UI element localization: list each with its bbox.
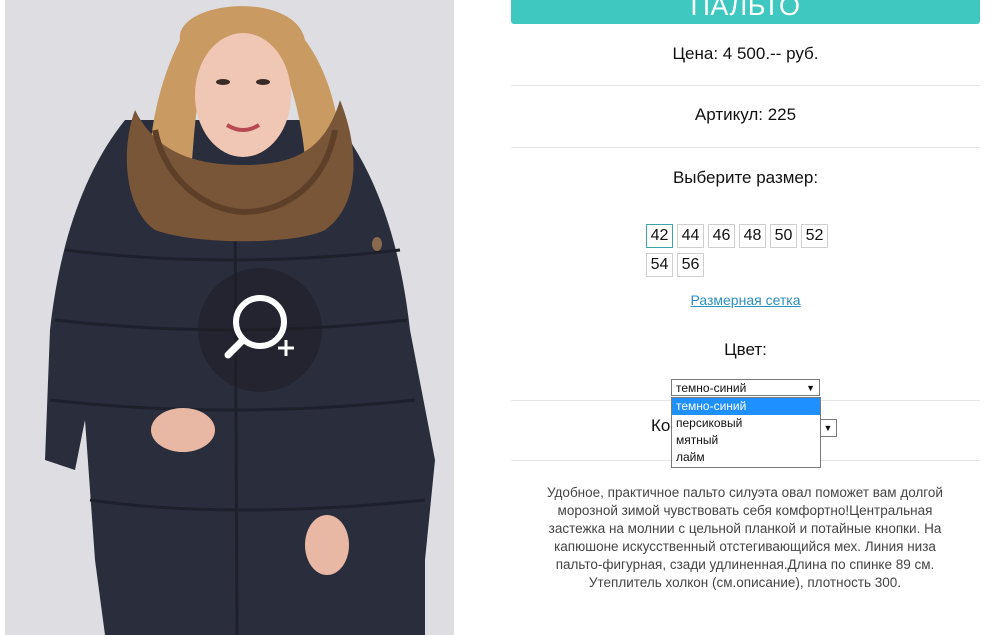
product-title: ПАЛЬТО bbox=[690, 0, 801, 21]
size-option-56[interactable]: 56 bbox=[677, 253, 704, 277]
zoom-button[interactable] bbox=[198, 268, 322, 392]
color-option[interactable]: персиковый bbox=[672, 415, 820, 432]
chevron-down-icon: ▼ bbox=[806, 383, 815, 393]
size-prompt: Выберите размер: bbox=[672, 168, 819, 187]
color-label: Цвет: bbox=[724, 340, 767, 359]
quantity-label: Ко bbox=[651, 416, 671, 435]
color-select-value: темно-синий bbox=[676, 381, 747, 395]
color-option[interactable]: темно-синий bbox=[672, 398, 820, 415]
product-description: Удобное, практичное пальто силуэта овал … bbox=[547, 485, 943, 590]
size-option-48[interactable]: 48 bbox=[739, 224, 766, 248]
price: Цена: 4 500.-- руб. bbox=[672, 44, 819, 63]
divider bbox=[511, 85, 980, 86]
chevron-down-icon: ▼ bbox=[823, 423, 833, 433]
size-option-50[interactable]: 50 bbox=[770, 224, 797, 248]
color-select[interactable]: темно-синий ▼ bbox=[671, 379, 820, 396]
color-option[interactable]: мятный bbox=[672, 432, 820, 449]
size-option-46[interactable]: 46 bbox=[708, 224, 735, 248]
quantity-select[interactable]: ▼ bbox=[820, 419, 837, 437]
color-option[interactable]: лайм bbox=[672, 449, 820, 466]
size-chart-link[interactable]: Размерная сетка bbox=[511, 292, 980, 308]
zoom-in-icon bbox=[224, 295, 294, 359]
size-option-54[interactable]: 54 bbox=[646, 253, 673, 277]
divider bbox=[511, 147, 980, 148]
sku: Артикул: 225 bbox=[694, 105, 797, 124]
size-option-52[interactable]: 52 bbox=[801, 224, 828, 248]
size-option-42[interactable]: 42 bbox=[646, 224, 673, 248]
color-dropdown-list: темно-синий персиковый мятный лайм bbox=[671, 397, 821, 468]
size-option-44[interactable]: 44 bbox=[677, 224, 704, 248]
product-photo[interactable] bbox=[5, 0, 454, 635]
product-title-bar: ПАЛЬТО bbox=[511, 0, 980, 24]
